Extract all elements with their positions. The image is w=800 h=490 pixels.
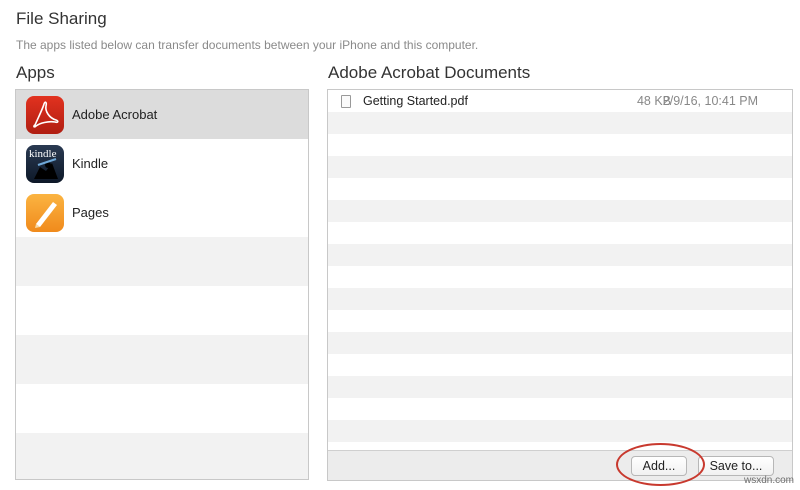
app-name: Adobe Acrobat xyxy=(72,107,158,122)
kindle-icon: kindle xyxy=(26,144,64,183)
adobe-acrobat-icon xyxy=(26,95,64,134)
list-stripe xyxy=(328,200,792,222)
app-name: Pages xyxy=(72,205,109,220)
document-row[interactable]: Getting Started.pdf 48 KB 2/9/16, 10:41 … xyxy=(328,90,792,112)
highlight-ring xyxy=(616,443,705,486)
app-row-adobe-acrobat[interactable]: Adobe Acrobat xyxy=(16,90,308,139)
documents-header: Adobe Acrobat Documents xyxy=(328,63,531,82)
app-row-kindle[interactable]: kindle Kindle xyxy=(16,139,308,188)
app-name: Kindle xyxy=(72,156,109,171)
list-stripe xyxy=(16,237,308,286)
save-to-button[interactable]: Save to... xyxy=(698,456,774,476)
watermark: wsxdn.com xyxy=(743,475,794,486)
list-stripe xyxy=(328,156,792,178)
file-sharing-description: The apps listed below can transfer docum… xyxy=(16,38,479,52)
list-stripe xyxy=(328,420,792,442)
pdf-file-icon xyxy=(341,94,351,108)
apps-header: Apps xyxy=(16,63,55,82)
file-date: 2/9/16, 10:41 PM xyxy=(662,94,758,108)
list-stripe xyxy=(328,376,792,398)
list-stripe xyxy=(328,112,792,134)
documents-list[interactable]: Getting Started.pdf 48 KB 2/9/16, 10:41 … xyxy=(327,89,793,481)
file-sharing-title: File Sharing xyxy=(16,9,107,28)
apps-list[interactable]: Adobe Acrobat kindle Kindle Pages xyxy=(15,89,309,480)
list-stripe xyxy=(16,335,308,384)
list-stripe xyxy=(328,244,792,266)
list-stripe xyxy=(328,288,792,310)
app-row-pages[interactable]: Pages xyxy=(16,188,308,237)
list-stripe xyxy=(16,433,308,479)
documents-footer: Add... Save to... xyxy=(328,450,792,480)
pages-icon xyxy=(26,193,64,232)
file-name: Getting Started.pdf xyxy=(363,94,468,108)
list-stripe xyxy=(328,332,792,354)
